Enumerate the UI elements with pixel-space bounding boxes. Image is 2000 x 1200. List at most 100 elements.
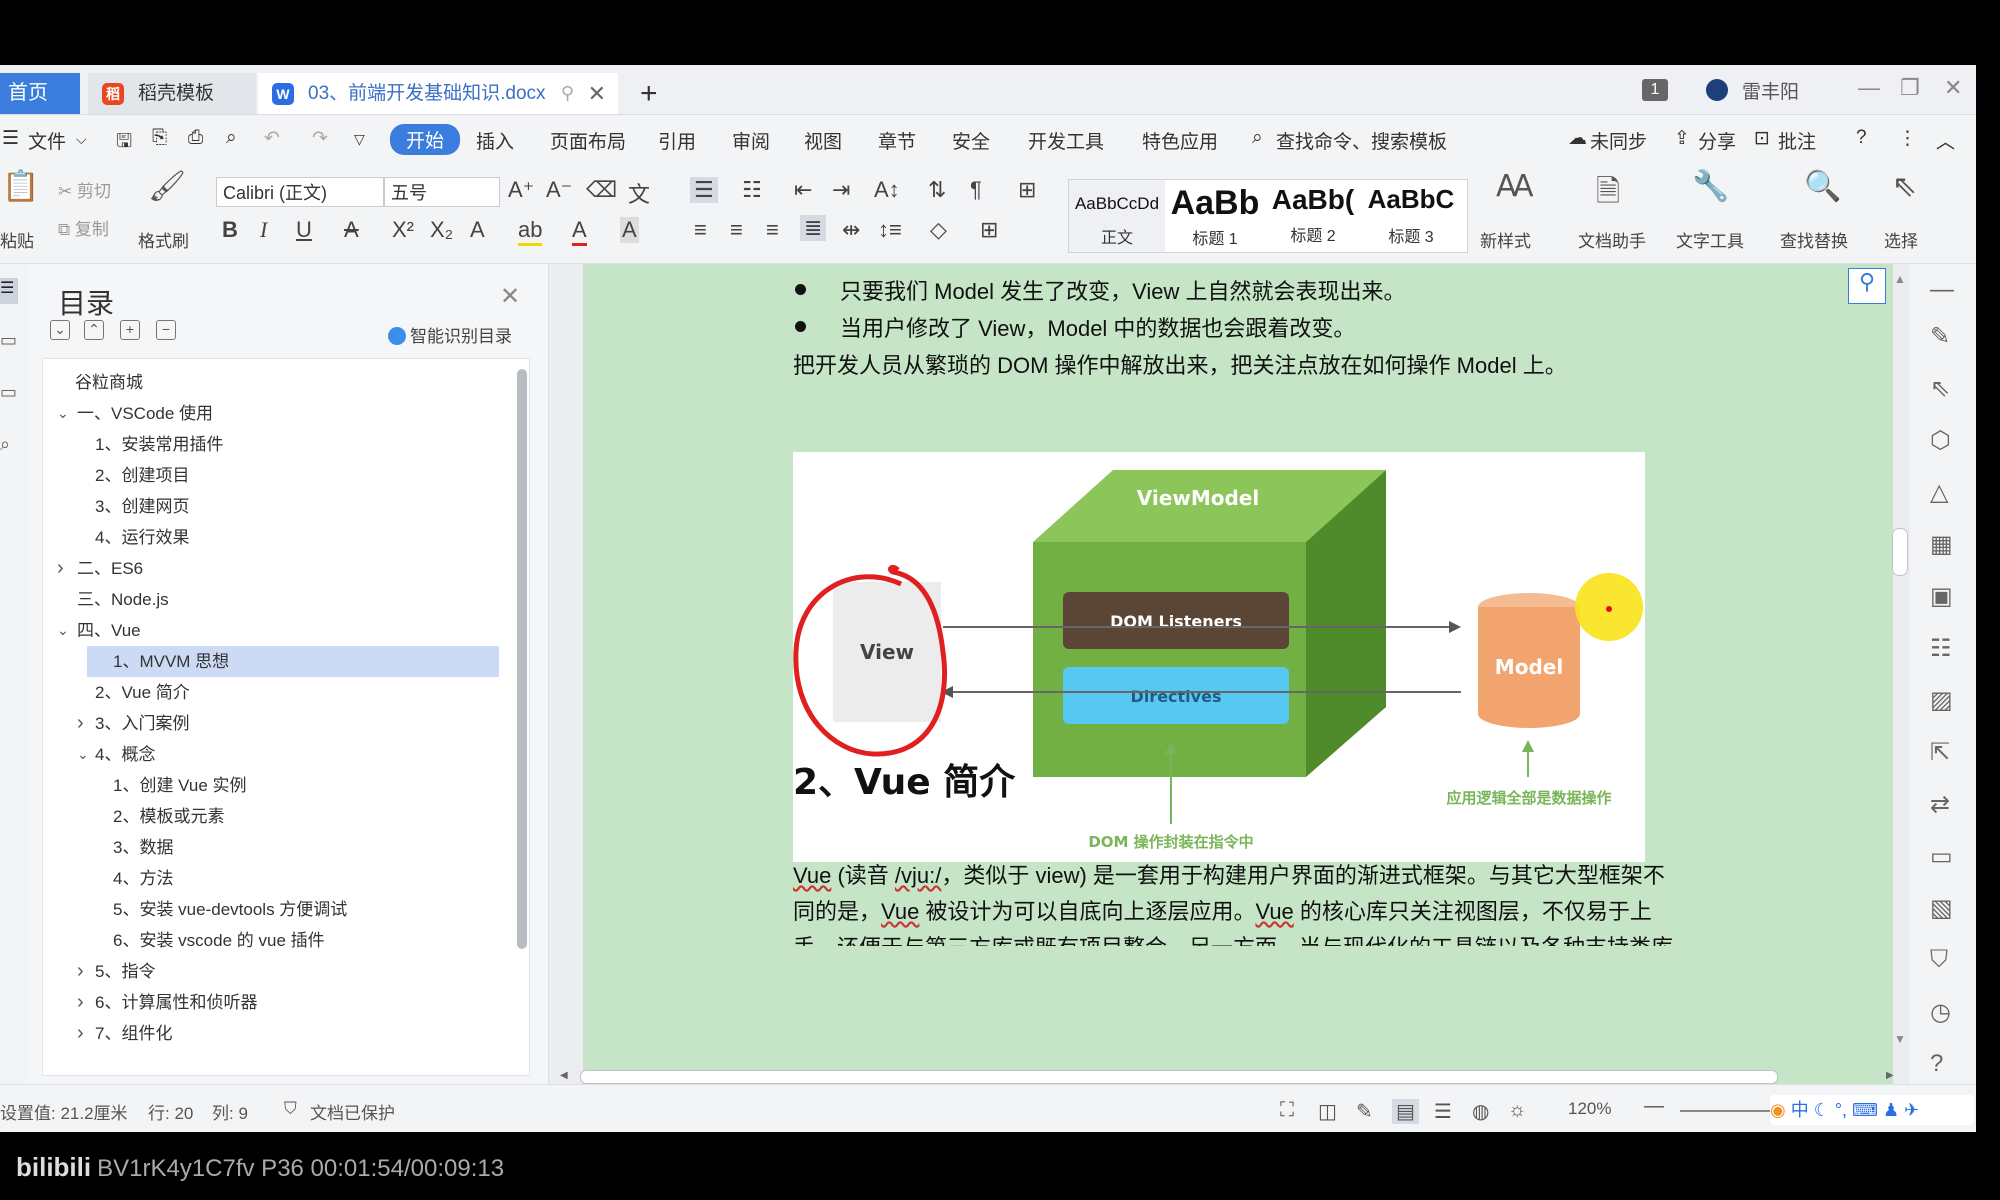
subscript-icon[interactable]: X₂	[430, 217, 453, 243]
print-preview-icon[interactable]: ⌕	[226, 127, 237, 149]
font-name-select[interactable]: Calibri (正文)	[216, 177, 384, 207]
undo-icon[interactable]: ↶	[264, 127, 280, 150]
location-pin-icon[interactable]: ⚲	[1848, 268, 1886, 304]
chevron-right-icon[interactable]: ›	[77, 1018, 84, 1049]
bold-icon[interactable]: B	[222, 217, 238, 243]
toc-scrollbar[interactable]	[517, 369, 527, 949]
distribute-icon[interactable]: ⇹	[842, 217, 860, 243]
cloud-sync-icon[interactable]: ☁	[1568, 127, 1587, 150]
toc-item[interactable]: › 3、入门案例	[43, 708, 499, 739]
expand-icon[interactable]: ⌃	[84, 320, 104, 340]
toc-item[interactable]: 1、安装常用插件	[43, 429, 499, 460]
toc-item[interactable]: › 7、组件化	[43, 1018, 499, 1049]
superscript-icon[interactable]: X²	[392, 217, 414, 243]
apps-icon[interactable]: ▣	[1930, 582, 1953, 611]
find-icon[interactable]: 🔍	[1804, 169, 1841, 204]
chevron-right-icon[interactable]: ›	[77, 987, 84, 1018]
menu-references[interactable]: 引用	[658, 127, 696, 154]
horizontal-scrollbar[interactable]: ◀ ▶	[560, 1068, 1900, 1084]
italic-icon[interactable]: I	[260, 217, 267, 243]
toc-item[interactable]: 6、安装 vscode 的 vue 插件	[43, 925, 499, 956]
scroll-left-icon[interactable]: ◀	[560, 1070, 568, 1081]
paint-icon[interactable]: △	[1930, 478, 1948, 507]
sort-icon[interactable]: ⇅	[928, 177, 946, 203]
share-out-icon[interactable]: ⇱	[1930, 738, 1950, 767]
print-icon[interactable]: ⎙	[188, 127, 203, 149]
new-tab-button[interactable]: +	[640, 73, 658, 114]
menu-developer[interactable]: 开发工具	[1028, 127, 1104, 154]
search-icon[interactable]: ⌕	[1252, 127, 1263, 149]
font-size-select[interactable]: 五号	[384, 177, 500, 207]
tab-home[interactable]: 首页	[0, 73, 80, 114]
style-heading3[interactable]: AaBbC 标题 3	[1363, 180, 1459, 252]
find-replace-button[interactable]: 查找替换	[1780, 227, 1848, 252]
avatar[interactable]	[1706, 79, 1728, 101]
menu-features[interactable]: 特色应用	[1142, 127, 1218, 154]
redo-icon[interactable]: ↷	[312, 127, 328, 150]
new-style-icon[interactable]: Ꜳ	[1496, 169, 1534, 204]
toc-item[interactable]: › 5、指令	[43, 956, 499, 987]
remove-entry-icon[interactable]: −	[156, 320, 176, 340]
protection-status[interactable]: 文档已保护	[310, 1099, 395, 1124]
wrench-icon[interactable]: 🔧	[1692, 169, 1729, 204]
toc-item[interactable]: 4、方法	[43, 863, 499, 894]
read-mode-icon[interactable]: ◫	[1318, 1099, 1337, 1124]
toc-item[interactable]: 2、模板或元素	[43, 801, 499, 832]
menu-icon[interactable]: ☰	[2, 127, 19, 150]
toc-item[interactable]: 1、创建 Vue 实例	[43, 770, 499, 801]
comment-icon[interactable]: ⊡	[1754, 127, 1770, 150]
web-view-icon[interactable]: ◍	[1472, 1099, 1489, 1124]
close-tab-icon[interactable]: ✕	[588, 73, 606, 114]
select-button[interactable]: 选择	[1884, 227, 1918, 252]
ime-toolbar[interactable]: ◉ 中 ☾ °, ⌨ ♟ ✈	[1770, 1095, 1974, 1125]
toc-item[interactable]: 3、创建网页	[43, 491, 499, 522]
restore-icon[interactable]: ❐	[1900, 75, 1920, 101]
share-button[interactable]: 分享	[1698, 127, 1736, 154]
pen-icon[interactable]: ✎	[1930, 322, 1950, 351]
shrink-font-icon[interactable]: A⁻	[546, 177, 572, 203]
zoom-slider[interactable]	[1680, 1110, 1776, 1112]
picture-icon[interactable]: ▧	[1930, 894, 1953, 923]
toc-item[interactable]: › 二、ES6	[43, 553, 499, 584]
menu-review[interactable]: 审阅	[732, 127, 770, 154]
chevron-right-icon[interactable]: ›	[77, 956, 84, 987]
text-tools-button[interactable]: 文字工具	[1676, 227, 1744, 252]
help-button[interactable]: ?	[1856, 127, 1867, 149]
toc-item[interactable]: 1、MVVM 思想	[87, 646, 499, 677]
pin-icon[interactable]: ⚲	[561, 73, 574, 114]
menu-security[interactable]: 安全	[952, 127, 990, 154]
save-icon[interactable]: 🖫	[116, 127, 132, 159]
bullet-list-icon[interactable]: ☰	[690, 177, 718, 203]
add-entry-icon[interactable]: +	[120, 320, 140, 340]
toc-toggle-icon[interactable]: ☰	[0, 278, 18, 304]
show-marks-icon[interactable]: ¶	[970, 177, 982, 203]
numbered-list-icon[interactable]: ☷	[742, 177, 762, 203]
pinyin-icon[interactable]: 文	[628, 177, 650, 209]
font-color-icon[interactable]: A	[572, 217, 587, 246]
minimize-icon[interactable]: —	[1858, 75, 1880, 101]
quick-access-dropdown-icon[interactable]: ▽	[354, 131, 365, 148]
style-heading2[interactable]: AaBb( 标题 2	[1265, 180, 1361, 252]
menu-layout[interactable]: 页面布局	[550, 127, 626, 154]
close-icon[interactable]: ✕	[500, 282, 520, 311]
line-spacing-icon[interactable]: ↕≡	[878, 217, 902, 243]
increase-indent-icon[interactable]: ⇥	[832, 177, 850, 203]
archive-icon[interactable]: ▭	[1930, 842, 1953, 871]
toc-item[interactable]: ⌄ 一、VSCode 使用	[43, 398, 499, 429]
page-view-icon[interactable]: ▤	[1392, 1099, 1419, 1124]
toc-item[interactable]: 谷粒商城	[43, 367, 499, 398]
user-name[interactable]: 雷丰阳	[1742, 77, 1799, 104]
highlight-icon[interactable]: ab	[518, 217, 543, 246]
window-count-badge[interactable]: 1	[1642, 79, 1668, 101]
shield-icon[interactable]: ⛉	[1930, 946, 1948, 974]
toc-item[interactable]: 4、运行效果	[43, 522, 499, 553]
collapse-all-icon[interactable]: ⌄	[50, 320, 70, 340]
zoom-out-icon[interactable]: —	[1644, 1095, 1664, 1118]
underline-icon[interactable]: U	[296, 217, 312, 243]
text-effect-icon[interactable]: A	[470, 217, 485, 243]
paste-button[interactable]: 粘贴	[0, 227, 34, 252]
chevron-down-icon[interactable]: ⌄	[77, 739, 89, 770]
doc-assistant-button[interactable]: 文档助手	[1578, 227, 1646, 252]
scroll-up-icon[interactable]: ▲	[1894, 272, 1906, 286]
justify-icon[interactable]: ≣	[800, 215, 827, 241]
